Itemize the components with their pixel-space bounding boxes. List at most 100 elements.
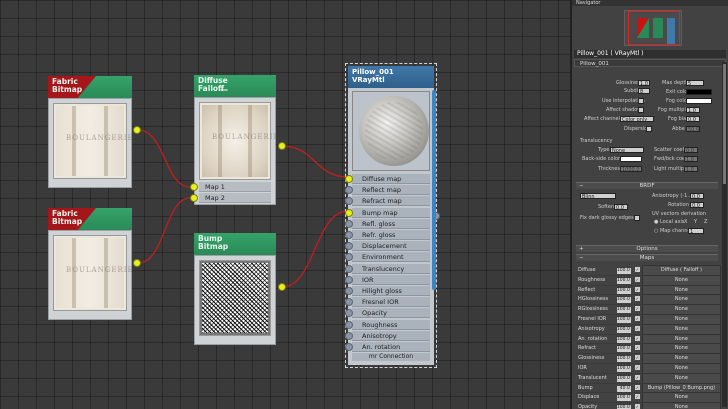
options-rollout-header[interactable]: + Options	[576, 245, 718, 252]
map-slot-button[interactable]: None	[641, 392, 722, 404]
fabric-bitmap-node-1[interactable]: Fabric Bitmap BOULANGERIE	[48, 76, 141, 188]
map-enable-checkbox[interactable]: ✓	[632, 343, 643, 355]
wire-fabric2-map2[interactable]	[137, 197, 191, 264]
map-amount-field[interactable]: 100.0	[614, 334, 633, 345]
vraymtl-node[interactable]: Pillow_001 VRayMtl mr Connection Diffuse…	[345, 63, 440, 368]
map-enable-checkbox[interactable]: ✓	[632, 383, 643, 394]
input-socket-map2[interactable]	[190, 194, 198, 202]
maps-rollout-header[interactable]: − Maps	[576, 254, 718, 261]
vray-slot[interactable]: Diffuse map	[352, 174, 430, 184]
vray-slot[interactable]: Opacity	[352, 308, 430, 319]
map-amount-field[interactable]: 100.0	[614, 294, 633, 306]
vray-input-socket[interactable]	[345, 264, 353, 273]
affect-channels-dropdown[interactable]: Color only	[620, 116, 654, 123]
fabric-bitmap-node-2[interactable]: Fabric Bitmap BOULANGERIE	[48, 208, 141, 320]
vray-slot[interactable]: Fresnel IOR	[352, 297, 430, 308]
brdf-rollout-header[interactable]: − BRDF	[576, 182, 718, 189]
map-enable-checkbox[interactable]: ✓	[632, 314, 643, 325]
map-slot-button[interactable]: None	[641, 343, 722, 355]
vray-input-socket[interactable]	[345, 219, 353, 228]
vray-input-socket[interactable]	[345, 231, 353, 239]
exit-color-swatch[interactable]	[686, 89, 712, 95]
map-slot-button[interactable]: Diffuse ( Falloff )	[641, 265, 722, 276]
affect-shadows-checkbox[interactable]	[638, 107, 644, 113]
node-header[interactable]: Bump Bitmap	[194, 233, 276, 255]
thickness-field[interactable]: 1000.0	[620, 166, 642, 173]
map-amount-field[interactable]: 100.0	[614, 314, 633, 325]
map-enable-checkbox[interactable]: ✓	[632, 324, 643, 335]
fog-color-swatch[interactable]	[686, 98, 712, 104]
input-socket-map1[interactable]	[190, 183, 198, 191]
map-slot-button[interactable]: None	[641, 353, 722, 364]
map-slot-button[interactable]: None	[641, 362, 722, 374]
vray-slot[interactable]: IOR	[352, 274, 430, 285]
fog-bias-field[interactable]: 0.0	[686, 116, 700, 123]
vray-slot[interactable]: Displacement	[352, 241, 430, 252]
max-depth-field[interactable]: 5	[686, 80, 704, 87]
light-multiplier-field[interactable]: 1.0	[684, 166, 698, 173]
local-axis-radio[interactable]: ● Local axis	[654, 219, 685, 225]
map-enable-checkbox[interactable]: ✓	[632, 294, 643, 306]
subdivs-field[interactable]: 8	[638, 88, 650, 95]
node-editor-canvas[interactable]: Fabric Bitmap BOULANGERIE Fabric Bitmap …	[0, 0, 570, 409]
vray-slot[interactable]: Hilight gloss	[352, 286, 430, 296]
map-slot-button[interactable]: None	[641, 294, 722, 306]
vray-slot[interactable]: An. rotation	[352, 342, 430, 352]
vray-input-socket[interactable]	[345, 175, 353, 183]
map-slot-button[interactable]: None	[641, 274, 722, 286]
map-slot-button[interactable]: None	[641, 304, 722, 315]
minimize-button[interactable]: —	[220, 85, 228, 94]
map-slot-button[interactable]: None	[641, 333, 722, 345]
map-slot-button[interactable]: None	[641, 313, 722, 325]
output-socket[interactable]	[278, 142, 286, 150]
dispersion-checkbox[interactable]	[646, 126, 652, 132]
vray-slot[interactable]: Refr. gloss	[352, 230, 430, 240]
wire-bump-bumpmap[interactable]	[281, 210, 349, 288]
map-amount-field[interactable]: 40.0	[614, 383, 633, 394]
map-slot-button[interactable]: None	[641, 402, 722, 409]
map-amount-field[interactable]: 100.0	[614, 392, 633, 404]
panel-scrollbar[interactable]	[722, 62, 727, 407]
vray-input-socket[interactable]	[345, 275, 353, 284]
map-slot-button[interactable]: None	[641, 372, 722, 384]
map-amount-field[interactable]: 100.0	[614, 373, 633, 384]
brdf-type-dropdown[interactable]: Blinn	[580, 193, 616, 200]
map-slot-button[interactable]: None	[641, 323, 722, 335]
output-socket[interactable]	[133, 259, 141, 267]
map-amount-field[interactable]: 100.0	[614, 343, 633, 355]
vray-node-scrollbar[interactable]	[432, 90, 436, 290]
mr-connection-slot[interactable]: mr Connection	[352, 353, 430, 361]
wire-falloff-diffuse[interactable]	[281, 145, 349, 178]
map-amount-field[interactable]: 100.0	[614, 353, 633, 364]
node-header[interactable]: Fabric Bitmap	[48, 208, 132, 230]
fix-dark-edges-checkbox[interactable]	[634, 215, 640, 221]
vray-slot[interactable]: Bump map	[352, 207, 430, 218]
map-amount-field[interactable]: 100.0	[614, 304, 633, 315]
map-slot-button[interactable]: Bump (Pillow_0 Bump.png)	[641, 382, 722, 394]
vray-input-socket[interactable]	[345, 208, 353, 217]
axis-z-button[interactable]: Z	[704, 219, 707, 225]
map-enable-checkbox[interactable]: ✓	[632, 334, 643, 345]
map-enable-checkbox[interactable]: ✓	[632, 363, 643, 374]
falloff-slot-map2[interactable]: Map 2	[199, 193, 271, 203]
navigator-view[interactable]	[624, 10, 682, 46]
vray-slot[interactable]: Environment	[352, 252, 430, 263]
map-channel-radio[interactable]: ○ Map channel	[654, 228, 692, 234]
vray-slot[interactable]: Refract map	[352, 196, 430, 207]
map-amount-field[interactable]: 100.0	[614, 324, 633, 335]
vray-slot[interactable]: Translucency	[352, 263, 430, 274]
vray-input-socket[interactable]	[345, 331, 353, 340]
map-amount-field[interactable]: 100.0	[614, 275, 633, 286]
fog-multiplier-field[interactable]: 1.0	[686, 107, 700, 114]
map-amount-field[interactable]: 100.0	[614, 402, 633, 409]
vray-input-socket[interactable]	[345, 343, 353, 351]
soften-field[interactable]: 0.0	[614, 204, 628, 211]
map-amount-field[interactable]: 100.0	[614, 265, 633, 276]
vray-slot[interactable]: Reflect map	[352, 185, 430, 196]
map-enable-checkbox[interactable]: ✓	[632, 373, 643, 384]
map-enable-checkbox[interactable]: ✓	[632, 304, 643, 315]
vray-slot[interactable]: Refl. gloss	[352, 218, 430, 229]
output-socket[interactable]	[278, 283, 286, 291]
map-amount-field[interactable]: 100.0	[614, 363, 633, 374]
falloff-slot-map1[interactable]: Map 1	[199, 182, 271, 192]
